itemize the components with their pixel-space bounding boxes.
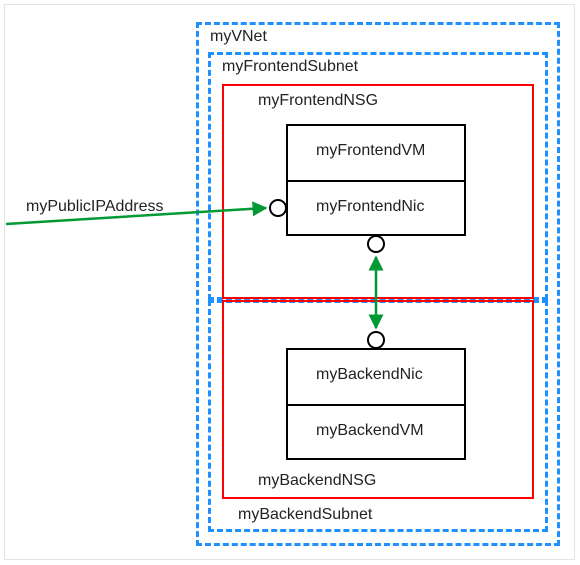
frontend-nic-left-port-icon (269, 199, 287, 217)
public-ip-label: myPublicIPAddress (26, 198, 164, 216)
backend-nic-label: myBackendNic (316, 366, 423, 384)
backend-subnet-label: myBackendSubnet (238, 506, 372, 524)
frontend-vm-label: myFrontendVM (316, 142, 425, 160)
vnet-label: myVNet (210, 28, 267, 46)
backend-nic-top-port-icon (367, 331, 385, 349)
diagram-canvas: myVNet myFrontendSubnet myFrontendNSG my… (0, 0, 580, 565)
frontend-nic-label: myFrontendNic (316, 198, 424, 216)
frontend-nic-bottom-port-icon (367, 235, 385, 253)
frontend-nsg-label: myFrontendNSG (258, 92, 378, 110)
frontend-subnet-label: myFrontendSubnet (222, 58, 358, 76)
backend-nic-vm-divider (286, 404, 466, 406)
frontend-vm-nic-divider (286, 180, 466, 182)
backend-nsg-label: myBackendNSG (258, 472, 376, 490)
backend-vm-label: myBackendVM (316, 422, 424, 440)
